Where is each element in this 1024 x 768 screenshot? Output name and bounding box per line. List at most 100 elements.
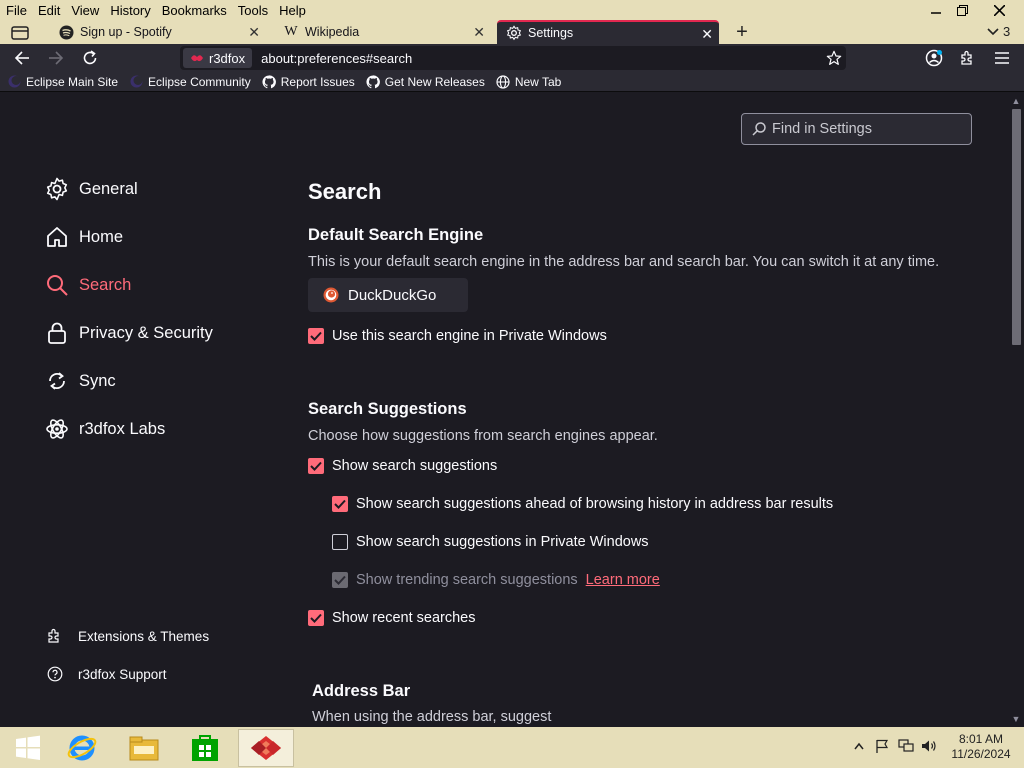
plus-icon: + [736, 20, 748, 43]
close-tab-button[interactable]: ✕ [248, 24, 260, 41]
support-link[interactable]: r3dfox Support [47, 663, 167, 685]
account-button[interactable] [922, 46, 946, 70]
default-engine-select[interactable]: DuckDuckGo [308, 278, 468, 312]
url-text[interactable]: about:preferences#search [261, 51, 412, 66]
bookmark-get-new-releases[interactable]: Get New Releases [366, 75, 485, 89]
tab-strip: Sign up - Spotify ✕ W Wikipedia ✕ Settin… [0, 20, 1024, 44]
list-all-tabs-button[interactable]: 3 [987, 24, 1010, 39]
suggestions-ahead-of-history-checkbox[interactable]: Show search suggestions ahead of browsin… [332, 494, 833, 514]
scroll-down-icon[interactable]: ▼ [1011, 714, 1021, 724]
checkmark-icon [332, 572, 348, 588]
default-engine-label: DuckDuckGo [348, 286, 437, 304]
tab-wikipedia[interactable]: W Wikipedia ✕ [275, 20, 491, 44]
learn-more-link[interactable]: Learn more [586, 572, 660, 588]
reload-button[interactable] [78, 46, 102, 70]
checkmark-icon [308, 610, 324, 626]
app-menu-button[interactable] [990, 46, 1014, 70]
menu-bookmarks[interactable]: Bookmarks [157, 3, 232, 18]
search-icon [752, 122, 766, 136]
network-button[interactable] [897, 737, 915, 755]
show-hidden-icons-button[interactable] [850, 737, 868, 755]
internet-explorer-icon [67, 735, 97, 761]
eclipse-icon [7, 75, 21, 89]
close-window-button[interactable] [983, 0, 1015, 20]
category-label: Search [79, 275, 132, 294]
close-tab-button[interactable]: ✕ [473, 24, 485, 41]
scrollbar-thumb[interactable] [1012, 109, 1021, 345]
new-tab-button[interactable]: + [730, 20, 754, 44]
find-in-settings[interactable] [741, 113, 972, 145]
clock-date: 11/26/2024 [951, 747, 1011, 761]
spotify-icon [58, 24, 74, 40]
footer-link-label: r3dfox Support [78, 666, 167, 682]
close-tab-button[interactable]: ✕ [701, 26, 713, 43]
network-icon [898, 739, 914, 752]
volume-button[interactable] [920, 737, 938, 755]
category-label: r3dfox Labs [79, 419, 166, 438]
identity-label: r3dfox [209, 50, 246, 66]
arrow-left-icon [14, 51, 29, 65]
page-scrollbar[interactable]: ▲ ▼ [1008, 93, 1024, 727]
tab-count: 3 [1003, 24, 1011, 39]
taskbar-file-explorer[interactable] [116, 729, 172, 767]
menu-tools[interactable]: Tools [233, 3, 273, 18]
trending-suggestions-checkbox[interactable]: Show trending search suggestions Learn m… [332, 570, 660, 590]
scroll-up-icon[interactable]: ▲ [1011, 96, 1021, 106]
puzzle-icon [961, 50, 972, 65]
firefox-view-button[interactable] [8, 20, 32, 44]
restore-button[interactable] [946, 0, 978, 20]
tab-spotify[interactable]: Sign up - Spotify ✕ [50, 20, 266, 44]
find-in-settings-input[interactable] [772, 121, 962, 137]
category-search[interactable]: Search [45, 271, 131, 299]
taskbar-internet-explorer[interactable] [54, 729, 110, 767]
forward-button[interactable] [44, 46, 68, 70]
checkbox-label: Show search suggestions in Private Windo… [356, 534, 649, 550]
bookmark-label: Report Issues [280, 74, 355, 89]
menu-history[interactable]: History [105, 3, 155, 18]
restore-icon [956, 4, 968, 16]
taskbar-store[interactable] [177, 729, 233, 767]
extensions-themes-link[interactable]: Extensions & Themes [47, 625, 209, 647]
bookmark-report-issues[interactable]: Report Issues [262, 75, 355, 89]
bookmark-star-button[interactable] [824, 48, 844, 68]
recent-searches-checkbox[interactable]: Show recent searches [308, 608, 475, 628]
show-suggestions-checkbox[interactable]: Show search suggestions [308, 456, 497, 476]
footer-link-label: Extensions & Themes [78, 628, 210, 644]
close-icon [993, 4, 1005, 16]
taskbar-clock[interactable]: 8:01 AM 11/26/2024 [946, 732, 1016, 762]
start-button[interactable] [0, 729, 56, 767]
category-labs[interactable]: r3dfox Labs [45, 415, 165, 443]
address-bar[interactable]: r3dfox about:preferences#search [180, 46, 846, 70]
bookmark-eclipse-main-site[interactable]: Eclipse Main Site [7, 75, 118, 89]
clock-time: 8:01 AM [958, 732, 1004, 746]
chevron-up-icon [854, 742, 864, 750]
bookmark-eclipse-community[interactable]: Eclipse Community [129, 75, 251, 89]
back-button[interactable] [10, 46, 34, 70]
suggestions-private-windows-checkbox[interactable]: Show search suggestions in Private Windo… [332, 532, 649, 552]
identity-box[interactable]: r3dfox [183, 48, 253, 68]
category-home[interactable]: Home [45, 223, 123, 251]
checkbox-label: Show search suggestions ahead of browsin… [356, 496, 834, 512]
lock-icon [45, 321, 69, 345]
category-privacy-security[interactable]: Privacy & Security [45, 319, 213, 347]
action-center-button[interactable] [873, 737, 891, 755]
gear-icon [506, 25, 522, 41]
menu-edit[interactable]: Edit [33, 3, 65, 18]
firefox-view-icon [11, 26, 29, 40]
menu-view[interactable]: View [66, 3, 104, 18]
bookmark-new-tab[interactable]: New Tab [496, 75, 561, 89]
checkbox-label: Use this search engine in Private Window… [332, 328, 607, 344]
sync-icon [45, 369, 69, 393]
eclipse-icon [129, 75, 143, 89]
checkbox-empty-icon [332, 534, 348, 550]
category-sync[interactable]: Sync [45, 367, 116, 395]
menu-file[interactable]: File [1, 3, 32, 18]
category-general[interactable]: General [45, 175, 138, 203]
private-windows-engine-checkbox[interactable]: Use this search engine in Private Window… [308, 326, 607, 346]
bookmark-label: Eclipse Main Site [26, 74, 119, 89]
tab-settings[interactable]: Settings ✕ [497, 20, 719, 44]
taskbar-r3dfox[interactable] [238, 729, 294, 767]
tab-label: Wikipedia [305, 25, 360, 39]
extensions-button[interactable] [956, 46, 980, 70]
menu-help[interactable]: Help [274, 3, 311, 18]
